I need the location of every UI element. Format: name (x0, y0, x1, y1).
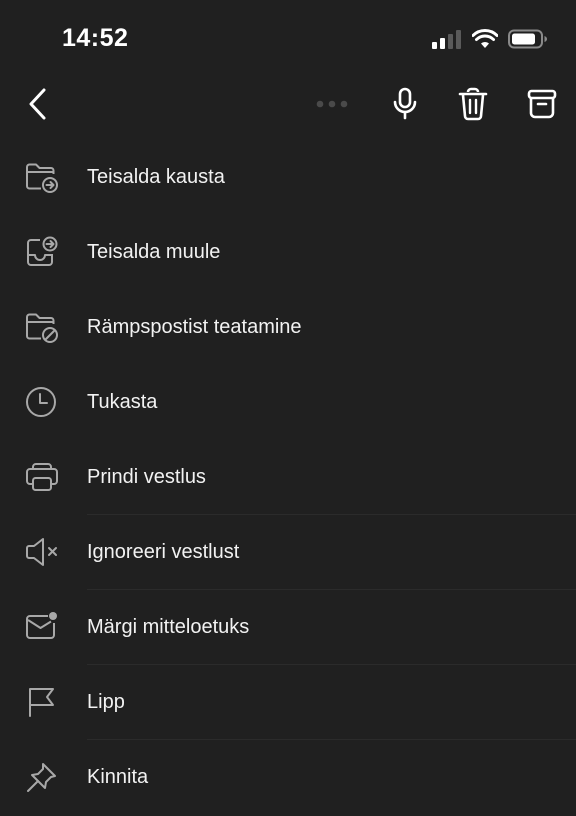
folder-move-icon (24, 160, 60, 194)
action-menu: Teisalda kausta Teisalda muule Rämpspost… (0, 140, 576, 815)
printer-icon (24, 460, 60, 494)
menu-item-move-to-folder[interactable]: Teisalda kausta (0, 140, 576, 215)
inbox-move-icon (24, 235, 60, 269)
back-button[interactable] (18, 84, 58, 124)
menu-item-report-junk[interactable]: Rämpspostist teatamine (0, 290, 576, 365)
status-bar: 14:52 (0, 0, 576, 76)
menu-item-label: Teisalda kausta (87, 166, 225, 188)
menu-item-label: Ignoreeri vestlust (87, 541, 240, 563)
more-dots-icon (314, 99, 350, 109)
folder-block-icon (24, 310, 60, 344)
trash-icon (458, 87, 488, 121)
pin-icon (24, 760, 60, 794)
mail-unread-icon (24, 610, 60, 644)
menu-item-label: Prindi vestlus (87, 466, 206, 488)
menu-item-label: Teisalda muule (87, 241, 221, 263)
more-button[interactable] (312, 84, 352, 124)
wifi-icon (472, 29, 498, 49)
screen: 14:52 Teisalda kausta Teisalda muule Räm… (0, 0, 576, 816)
menu-item-flag[interactable]: Lipp (0, 665, 576, 740)
menu-item-label: Kinnita (87, 766, 149, 788)
menu-item-label: Tukasta (87, 391, 158, 413)
delete-button[interactable] (453, 84, 493, 124)
menu-item-label: Lipp (87, 691, 125, 713)
menu-item-label: Märgi mitteloetuks (87, 616, 250, 638)
chevron-left-icon (27, 87, 49, 121)
menu-item-mark-unread[interactable]: Märgi mitteloetuks (0, 590, 576, 665)
status-icons (432, 28, 548, 50)
toolbar (0, 76, 576, 132)
microphone-button[interactable] (385, 84, 425, 124)
flag-icon (24, 685, 60, 719)
archive-icon (527, 89, 557, 119)
menu-item-ignore[interactable]: Ignoreeri vestlust (0, 515, 576, 590)
speaker-mute-icon (24, 535, 60, 569)
microphone-icon (391, 87, 419, 121)
menu-item-snooze[interactable]: Tukasta (0, 365, 576, 440)
menu-item-pin[interactable]: Kinnita (0, 740, 576, 815)
clock-icon (24, 385, 60, 419)
signal-icon (432, 29, 462, 49)
status-time: 14:52 (62, 24, 129, 52)
menu-item-label: Rämpspostist teatamine (87, 316, 302, 338)
menu-item-print[interactable]: Prindi vestlus (0, 440, 576, 515)
archive-button[interactable] (522, 84, 562, 124)
battery-icon (508, 29, 548, 49)
menu-item-move-to-other[interactable]: Teisalda muule (0, 215, 576, 290)
